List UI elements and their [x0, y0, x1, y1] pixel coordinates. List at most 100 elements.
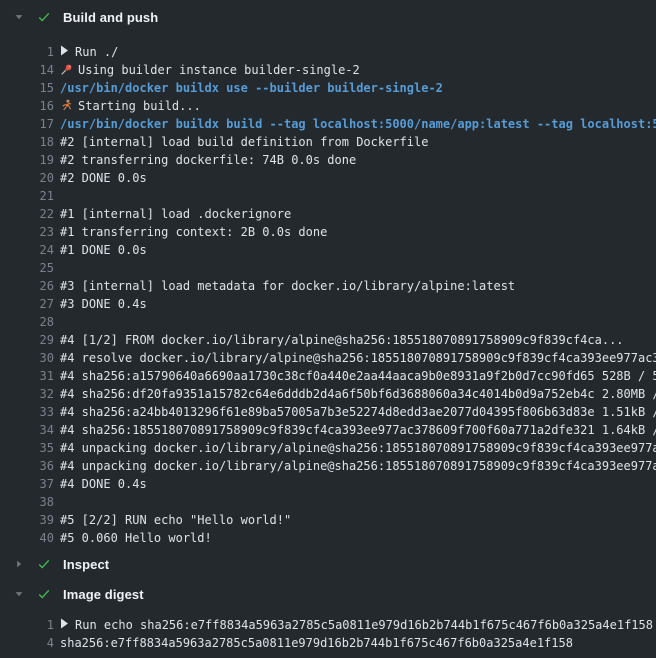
line-content: /usr/bin/docker buildx use --builder bui…: [60, 79, 443, 97]
log-line: 31 #4 sha256:a15790640a6690aa1730c38cf0a…: [0, 367, 656, 385]
line-content: #4 sha256:a24bb4013296f61e89ba57005a7b3e…: [60, 403, 656, 421]
run-chevron-icon[interactable]: [60, 45, 69, 56]
log-line: 29 #4 [1/2] FROM docker.io/library/alpin…: [0, 331, 656, 349]
log-line: 36 #4 unpacking docker.io/library/alpine…: [0, 457, 656, 475]
line-content: #1 [internal] load .dockerignore: [60, 205, 291, 223]
line-content: #2 [internal] load build definition from…: [60, 133, 428, 151]
log-line: 37 #4 DONE 0.4s: [0, 475, 656, 493]
line-content: #4 unpacking docker.io/library/alpine@sh…: [60, 439, 656, 457]
line-number[interactable]: 27: [0, 295, 54, 313]
line-text: #5 [2/2] RUN echo "Hello world!": [60, 513, 291, 527]
success-check-icon: [37, 587, 51, 601]
line-number[interactable]: 1: [0, 616, 54, 634]
line-text: #4 sha256:185518070891758909c9f839cf4ca3…: [60, 423, 656, 437]
success-check-icon: [37, 10, 51, 24]
line-content: #5 0.060 Hello world!: [60, 529, 212, 547]
line-number[interactable]: 4: [0, 634, 54, 652]
line-content: #2 DONE 0.0s: [60, 169, 147, 187]
line-number[interactable]: 18: [0, 133, 54, 151]
line-number[interactable]: 40: [0, 529, 54, 547]
log-line: 26 #3 [internal] load metadata for docke…: [0, 277, 656, 295]
collapse-chevron-icon: [13, 588, 25, 600]
log-line: 1 Run ./: [0, 43, 656, 61]
line-number[interactable]: 26: [0, 277, 54, 295]
line-text: #4 DONE 0.4s: [60, 477, 147, 491]
line-content: /usr/bin/docker buildx build --tag local…: [60, 115, 656, 133]
run-chevron-icon[interactable]: [60, 618, 69, 629]
line-number[interactable]: 36: [0, 457, 54, 475]
line-content: #2 transferring dockerfile: 74B 0.0s don…: [60, 151, 356, 169]
line-number[interactable]: 38: [0, 493, 54, 511]
log-line: 17 /usr/bin/docker buildx build --tag lo…: [0, 115, 656, 133]
workflow-log-viewer: Build and push 1 Run ./ 14 Using builder…: [0, 0, 656, 652]
log-line: 27 #3 DONE 0.4s: [0, 295, 656, 313]
line-number[interactable]: 22: [0, 205, 54, 223]
line-number[interactable]: 23: [0, 223, 54, 241]
log-line: 23 #1 transferring context: 2B 0.0s done: [0, 223, 656, 241]
line-number[interactable]: 29: [0, 331, 54, 349]
section-title: Inspect: [63, 557, 109, 572]
line-content: Using builder instance builder-single-2: [60, 61, 360, 79]
line-content: #4 [1/2] FROM docker.io/library/alpine@s…: [60, 331, 624, 349]
line-number[interactable]: 17: [0, 115, 54, 133]
line-number[interactable]: 24: [0, 241, 54, 259]
line-content: #4 unpacking docker.io/library/alpine@sh…: [60, 457, 656, 475]
line-number[interactable]: 34: [0, 421, 54, 439]
line-text: #4 sha256:a24bb4013296f61e89ba57005a7b3e…: [60, 405, 656, 419]
log-line: 32 #4 sha256:df20fa9351a15782c64e6dddb2d…: [0, 385, 656, 403]
line-number[interactable]: 15: [0, 79, 54, 97]
runner-emoji-icon: [60, 99, 73, 112]
log-line: 30 #4 resolve docker.io/library/alpine@s…: [0, 349, 656, 367]
line-number[interactable]: 16: [0, 97, 54, 115]
line-content: #3 [internal] load metadata for docker.i…: [60, 277, 515, 295]
section-header[interactable]: Image digest: [0, 583, 656, 605]
line-content: #4 sha256:185518070891758909c9f839cf4ca3…: [60, 421, 656, 439]
line-number[interactable]: 35: [0, 439, 54, 457]
log-line: 22 #1 [internal] load .dockerignore: [0, 205, 656, 223]
line-number[interactable]: 25: [0, 259, 54, 277]
line-number[interactable]: 14: [0, 61, 54, 79]
line-text: Run ./: [75, 45, 118, 59]
line-number[interactable]: 33: [0, 403, 54, 421]
line-text: #4 unpacking docker.io/library/alpine@sh…: [60, 441, 656, 455]
log-line: 15 /usr/bin/docker buildx use --builder …: [0, 79, 656, 97]
line-number[interactable]: 39: [0, 511, 54, 529]
log-line: 18 #2 [internal] load build definition f…: [0, 133, 656, 151]
line-number[interactable]: 32: [0, 385, 54, 403]
section-header[interactable]: Build and push: [0, 6, 656, 28]
line-text: #4 unpacking docker.io/library/alpine@sh…: [60, 459, 656, 473]
section-header[interactable]: Inspect: [0, 553, 656, 575]
line-text: /usr/bin/docker buildx use --builder bui…: [60, 81, 443, 95]
line-text: /usr/bin/docker buildx build --tag local…: [60, 117, 656, 131]
line-text: #3 DONE 0.4s: [60, 297, 147, 311]
section-title: Image digest: [63, 587, 144, 602]
line-number[interactable]: 30: [0, 349, 54, 367]
log-line: 24 #1 DONE 0.0s: [0, 241, 656, 259]
line-text: Starting build...: [78, 99, 201, 113]
log-section: Inspect: [0, 553, 656, 575]
log-line: 40 #5 0.060 Hello world!: [0, 529, 656, 547]
line-text: Run echo sha256:e7ff8834a5963a2785c5a081…: [75, 618, 653, 632]
log-line: 35 #4 unpacking docker.io/library/alpine…: [0, 439, 656, 457]
collapse-chevron-icon: [13, 558, 25, 570]
line-text: #1 [internal] load .dockerignore: [60, 207, 291, 221]
log-line: 4 sha256:e7ff8834a5963a2785c5a0811e979d1…: [0, 634, 656, 652]
line-text: #4 sha256:a15790640a6690aa1730c38cf0a440…: [60, 369, 656, 383]
log-line: 14 Using builder instance builder-single…: [0, 61, 656, 79]
line-text: #2 DONE 0.0s: [60, 171, 147, 185]
pushpin-emoji-icon: [60, 63, 73, 76]
line-number[interactable]: 21: [0, 187, 54, 205]
line-number[interactable]: 1: [0, 43, 54, 61]
line-number[interactable]: 31: [0, 367, 54, 385]
line-content: #1 DONE 0.0s: [60, 241, 147, 259]
log-line: 33 #4 sha256:a24bb4013296f61e89ba57005a7…: [0, 403, 656, 421]
line-number[interactable]: 37: [0, 475, 54, 493]
line-content: sha256:e7ff8834a5963a2785c5a0811e979d16b…: [60, 634, 573, 652]
line-content: #3 DONE 0.4s: [60, 295, 147, 313]
line-text: #4 resolve docker.io/library/alpine@sha2…: [60, 351, 656, 365]
line-number[interactable]: 19: [0, 151, 54, 169]
line-number[interactable]: 20: [0, 169, 54, 187]
line-text: #4 [1/2] FROM docker.io/library/alpine@s…: [60, 333, 624, 347]
line-text: #4 sha256:df20fa9351a15782c64e6dddb2d4a6…: [60, 387, 656, 401]
line-number[interactable]: 28: [0, 313, 54, 331]
